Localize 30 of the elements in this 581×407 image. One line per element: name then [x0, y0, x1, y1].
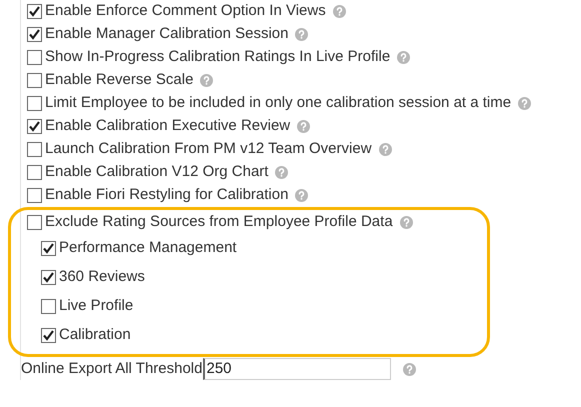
- checkbox[interactable]: [27, 50, 42, 65]
- checkbox[interactable]: [41, 270, 56, 285]
- option-label: Calibration: [59, 325, 131, 346]
- checkbox[interactable]: [27, 142, 42, 157]
- option-label: Enable Manager Calibration Session: [45, 24, 288, 44]
- checkbox[interactable]: [41, 299, 56, 314]
- option-label: Enable Calibration V12 Org Chart: [45, 162, 268, 182]
- checkbox[interactable]: [27, 215, 42, 230]
- option-label: Enable Reverse Scale: [45, 70, 194, 90]
- option-label: Enable Enforce Comment Option In Views: [45, 1, 326, 22]
- checkbox[interactable]: [41, 328, 56, 343]
- option-label: Limit Employee to be included in only one calibration session at a time: [45, 93, 512, 114]
- checkbox[interactable]: [27, 4, 42, 19]
- option-label: Exclude Rating Sources from Employee Profile Data: [45, 212, 393, 232]
- checkbox[interactable]: [27, 27, 42, 42]
- option-label: Enable Calibration Executive Review: [45, 116, 290, 136]
- option-label: Performance Management: [59, 238, 237, 258]
- checkbox[interactable]: [27, 96, 42, 111]
- option-label: Show In-Progress Calibration Ratings In Live Profile: [45, 47, 390, 68]
- checkbox[interactable]: [27, 165, 42, 180]
- checkbox[interactable]: [27, 188, 42, 203]
- threshold-label: Online Export All Threshold: [21, 358, 202, 379]
- checkbox[interactable]: [41, 241, 56, 256]
- option-label: 360 Reviews: [59, 267, 145, 288]
- option-label: Launch Calibration From PM v12 Team Overview: [45, 139, 372, 160]
- checkbox[interactable]: [27, 73, 42, 88]
- option-label: Live Profile: [59, 296, 134, 316]
- threshold-field[interactable]: 250: [202, 358, 390, 380]
- checkbox[interactable]: [27, 119, 42, 134]
- option-label: Enable Fiori Restyling for Calibration: [45, 185, 288, 206]
